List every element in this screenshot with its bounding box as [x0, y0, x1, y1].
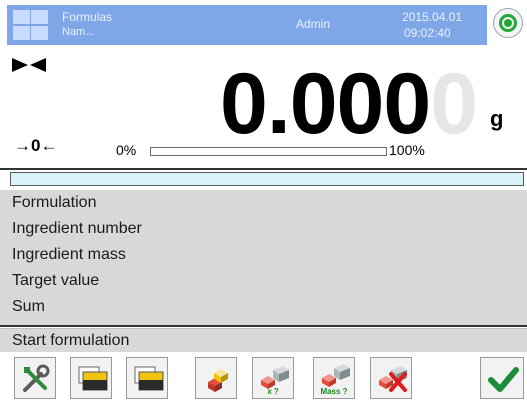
- weighing-display: 0.0000 g →0← 0% 100%: [0, 46, 527, 168]
- database-card-icon: [134, 366, 164, 391]
- info-ingredient-mass: Ingredient mass: [12, 246, 126, 263]
- date-display: 2015.04.01: [402, 10, 463, 24]
- divider: [0, 325, 527, 327]
- time-display: 09:02:40: [404, 26, 451, 40]
- database-button[interactable]: [70, 357, 112, 399]
- info-ingredient-number: Ingredient number: [12, 220, 142, 237]
- bargraph-max-label: 100%: [389, 142, 425, 158]
- weight-value: 0.000: [220, 56, 431, 152]
- info-formulation: Formulation: [12, 194, 97, 211]
- formula-cancel-button[interactable]: [370, 357, 412, 399]
- ingredients-icon: [208, 369, 228, 392]
- start-formulation-button[interactable]: Start formulation: [0, 328, 527, 352]
- database-button-2[interactable]: [126, 357, 168, 399]
- main-menu-button[interactable]: [7, 5, 53, 45]
- confirm-button[interactable]: [480, 357, 524, 399]
- info-target-value: Target value: [12, 272, 100, 289]
- formula-mass-tag: Mass ?: [320, 387, 348, 396]
- bargraph: [150, 147, 387, 156]
- info-panel: Formulation Ingredient number Ingredient…: [0, 190, 527, 325]
- settings-button[interactable]: [14, 357, 56, 399]
- divider: [0, 168, 527, 170]
- mode-subtitle: Nam...: [62, 26, 95, 38]
- formula-cancel-icon: [379, 366, 407, 392]
- formula-mass-button[interactable]: Mass ?: [313, 357, 355, 399]
- bargraph-min-label: 0%: [116, 142, 137, 158]
- stability-icon: [12, 58, 46, 72]
- ingredients-button[interactable]: [195, 357, 237, 399]
- zero-indicator: →0←: [14, 136, 58, 155]
- connection-status-icon[interactable]: [493, 8, 523, 38]
- header-bar: Formulas Nam... Admin 2015.04.01 09:02:4…: [0, 0, 527, 46]
- formula-check-button[interactable]: x ?: [252, 357, 294, 399]
- database-card-icon: [78, 366, 108, 391]
- logged-user[interactable]: Admin: [296, 17, 330, 31]
- formulation-progress-bar: [10, 172, 524, 186]
- settings-tools-icon: [23, 364, 50, 392]
- weight-last-digit: 0: [430, 56, 478, 152]
- toolbar: x ? Mass ?: [0, 353, 527, 401]
- weight-readout: 0.0000: [220, 56, 478, 152]
- weight-unit[interactable]: g: [490, 106, 503, 132]
- info-sum: Sum: [12, 298, 45, 315]
- mode-title: Formulas: [62, 10, 113, 24]
- formula-check-tag: x ?: [267, 387, 279, 396]
- checkmark-icon: [488, 367, 519, 392]
